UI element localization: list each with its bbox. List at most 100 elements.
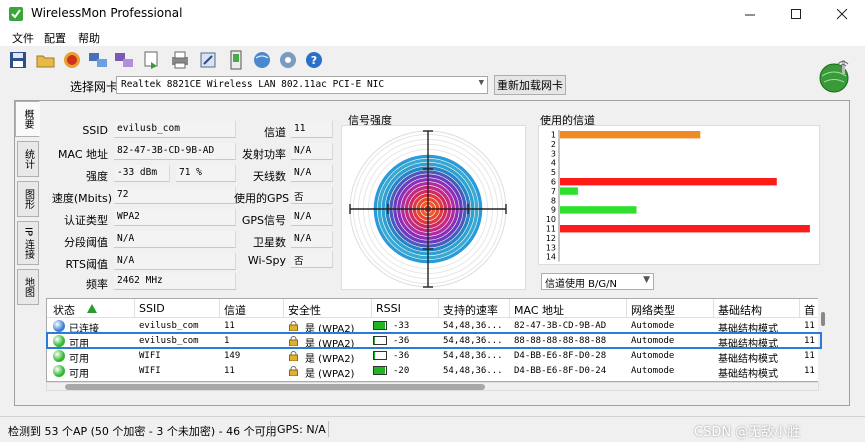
nic-label: 选择网卡	[70, 80, 119, 94]
gps-used-label: 使用的GPS	[234, 192, 290, 205]
print-icon[interactable]	[170, 50, 190, 70]
col-infrastructure[interactable]: 基础结构	[718, 302, 762, 318]
cell-rates: 54,48,36...	[443, 336, 503, 346]
save-icon[interactable]	[8, 50, 28, 70]
cell-infra: 基础结构模式	[718, 324, 778, 335]
globe-icon[interactable]	[252, 50, 272, 70]
freq-label: 频率	[86, 278, 108, 291]
ap-row[interactable]: 已连接 evilusb_com 11 是 (WPA2) -33 54,48,36... 82…	[47, 319, 818, 335]
frag-value: N/A	[114, 231, 236, 248]
channel-value: 11	[291, 121, 333, 138]
cell-first: 11	[804, 351, 815, 361]
cell-type: Automode	[631, 321, 675, 331]
log-icon[interactable]	[226, 50, 246, 70]
export-icon[interactable]	[142, 50, 162, 70]
freq-value: 2462 MHz	[114, 273, 236, 290]
cell-channel: 11	[224, 321, 235, 331]
status-dot-icon	[53, 320, 65, 332]
cell-security: 是 (WPA2)	[305, 354, 355, 365]
nic-select[interactable]: Realtek 8821CE Wireless LAN 802.11ac PCI…	[116, 76, 488, 94]
rssi-bar	[373, 336, 387, 345]
channel-label: 11	[546, 225, 556, 234]
adapter-icon[interactable]	[114, 50, 134, 70]
channel-bar	[560, 225, 810, 233]
cell-rssi: -33	[393, 321, 410, 331]
ap-row[interactable]: 可用 evilusb_com 1 是 (WPA2) -36 54,48,36... 88-8…	[47, 334, 818, 350]
col-ssid[interactable]: SSID	[139, 302, 165, 315]
menu-config[interactable]: 配置	[44, 30, 66, 46]
channel-label: 2	[551, 140, 556, 149]
col-sep	[438, 299, 439, 318]
channel-label: 6	[551, 178, 556, 187]
col-security[interactable]: 安全性	[288, 302, 321, 318]
menu-file[interactable]: 文件	[12, 30, 34, 46]
maximize-icon[interactable]	[773, 0, 819, 28]
ap-summary: 检测到 53 个AP (50 个加密 - 3 个未加密) - 46 个可用	[8, 425, 277, 438]
cell-status: 已连接	[69, 324, 99, 335]
col-channel[interactable]: 信道	[224, 302, 246, 318]
ap-list-hscroll[interactable]	[46, 382, 819, 391]
col-status[interactable]: 状态	[53, 302, 75, 318]
col-rates[interactable]: 支持的速率	[443, 302, 498, 318]
col-sep	[219, 299, 220, 318]
col-rssi[interactable]: RSSI	[376, 302, 401, 315]
rssi-fill	[374, 337, 376, 344]
rts-value: N/A	[114, 253, 236, 270]
satellites-label: 卫星数	[253, 236, 286, 249]
cell-channel: 1	[224, 336, 230, 346]
toolbar: ?	[0, 46, 865, 74]
tab-ip-connection[interactable]: IP 连接	[17, 221, 39, 265]
mac-label: MAC 地址	[58, 148, 108, 161]
close-icon[interactable]	[819, 0, 865, 28]
satellites-value: N/A	[291, 231, 333, 248]
cell-channel: 11	[224, 366, 235, 376]
globe-settings-icon[interactable]	[278, 50, 298, 70]
status-sep	[270, 421, 271, 437]
channel-label: 8	[551, 196, 556, 205]
hscroll-thumb[interactable]	[65, 384, 485, 390]
channel-label: 5	[551, 168, 556, 177]
ap-row[interactable]: 可用 WIFI 149 是 (WPA2) -36 54,48,36... D4-BB-E6-…	[47, 349, 818, 365]
tab-statistics[interactable]: 统计	[17, 141, 39, 177]
col-network-type[interactable]: 网络类型	[631, 302, 675, 318]
cell-mac: D4-BB-E6-8F-D0-24	[514, 366, 607, 376]
cell-rssi: -20	[393, 366, 410, 376]
channel-usage-value: 信道使用 B/G/N	[545, 279, 618, 290]
wispy-label: Wi-Spy	[247, 254, 286, 267]
gps-icon[interactable]	[198, 50, 218, 70]
tab-summary[interactable]: 概要	[15, 101, 40, 137]
channel-usage-select[interactable]: 信道使用 B/G/N ▼	[541, 273, 654, 290]
tab-map[interactable]: 地图	[17, 269, 39, 305]
network-icon[interactable]	[88, 50, 108, 70]
ap-row[interactable]: 可用 WIFI 11 是 (WPA2) -20 54,48,36... D4-BB-E6-8…	[47, 364, 818, 380]
cell-security: 是 (WPA2)	[305, 324, 355, 335]
txpower-label: 发射功率	[242, 148, 286, 161]
col-mac[interactable]: MAC 地址	[514, 302, 564, 318]
help-icon[interactable]: ?	[304, 50, 324, 70]
vscroll-thumb[interactable]	[821, 312, 825, 326]
open-folder-icon[interactable]	[36, 50, 56, 70]
signal-radar-panel	[341, 125, 526, 290]
tab-graph[interactable]: 图形	[17, 181, 39, 217]
cell-first: 11	[804, 321, 815, 331]
gps-signal-value: N/A	[291, 209, 333, 226]
channel-bar	[560, 206, 637, 214]
frag-label: 分段阈值	[64, 236, 108, 249]
minimize-icon[interactable]	[727, 0, 773, 28]
chevron-down-icon: ▼	[643, 275, 650, 285]
wirelessmon-logo	[819, 60, 849, 93]
ap-list[interactable]: 状态 SSID 信道 安全性 RSSI 支持的速率 MAC 地址 网络类型 基础…	[46, 298, 819, 382]
cell-infra: 基础结构模式	[718, 354, 778, 365]
ap-list-vscroll[interactable]	[818, 298, 828, 382]
menu-help[interactable]: 帮助	[78, 30, 100, 46]
channel-label: 13	[546, 243, 556, 252]
record-icon[interactable]	[62, 50, 82, 70]
cell-type: Automode	[631, 336, 675, 346]
sort-asc-icon	[87, 304, 97, 313]
reload-nic-button[interactable]: 重新加载网卡	[494, 75, 566, 95]
channels-chart: 1234567891011121314	[546, 130, 810, 262]
cell-infra: 基础结构模式	[718, 369, 778, 380]
col-first[interactable]: 首	[804, 302, 815, 318]
cell-rates: 54,48,36...	[443, 366, 503, 376]
cell-first: 11	[804, 366, 815, 376]
